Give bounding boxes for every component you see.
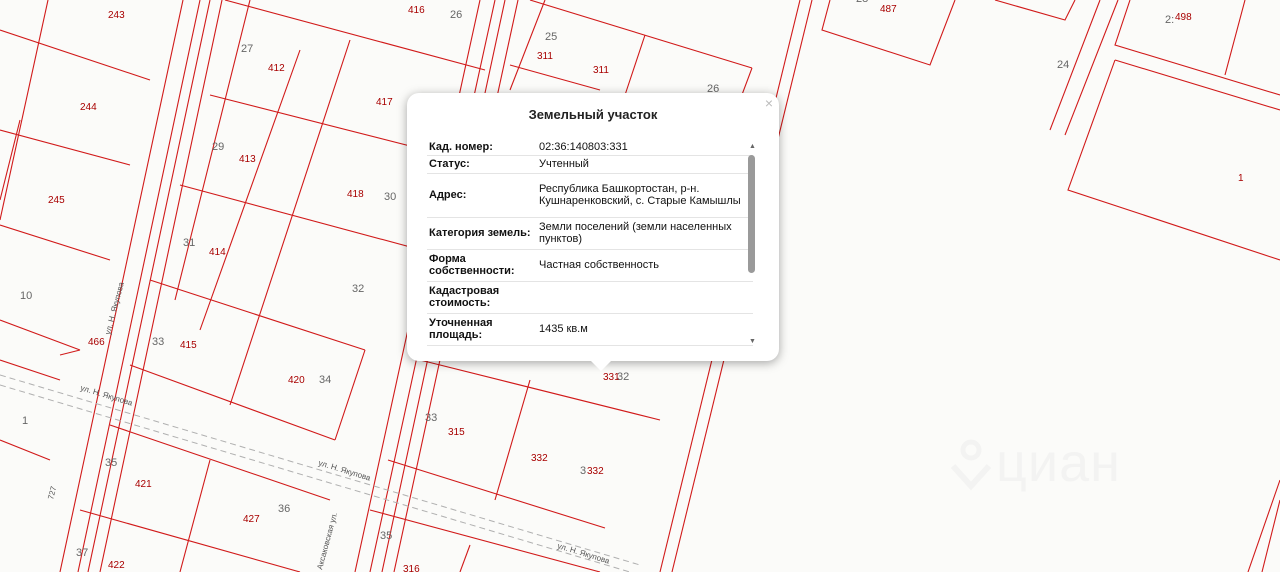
row-key: Кад. номер: [427, 139, 535, 156]
svg-text:487: 487 [880, 4, 897, 15]
row-value: Республика Башкортостан, р-н. Кушнаренко… [535, 173, 753, 218]
table-row: Категория земель: Земли поселений (земли… [427, 217, 753, 250]
svg-text:1: 1 [22, 415, 28, 427]
svg-text:32: 32 [352, 283, 364, 295]
row-value [535, 281, 753, 314]
svg-text:466: 466 [88, 337, 105, 348]
popup-scrollbar[interactable]: ▲ ▼ [747, 143, 757, 345]
cian-watermark: циан [948, 432, 1148, 512]
row-key: Статус: [427, 155, 535, 174]
svg-text:33: 33 [152, 336, 164, 348]
svg-text:243: 243 [108, 10, 125, 21]
svg-text:417: 417 [376, 97, 393, 108]
svg-text:412: 412 [268, 63, 285, 74]
svg-text:29: 29 [212, 141, 224, 153]
svg-text:32: 32 [617, 371, 629, 383]
svg-text:421: 421 [135, 479, 152, 490]
svg-text:332: 332 [587, 466, 604, 477]
svg-text:245: 245 [48, 195, 65, 206]
cian-logo-icon [950, 439, 992, 491]
scroll-up-icon[interactable]: ▲ [749, 143, 756, 150]
row-value: Земли поселений (земли населенных пункто… [535, 217, 753, 250]
row-key: Уточненная площадь: [427, 313, 535, 346]
svg-text:332: 332 [531, 453, 548, 464]
svg-text:418: 418 [347, 189, 364, 200]
table-row: Статус: Учтенный [427, 155, 753, 174]
table-row: Адрес: Республика Башкортостан, р-н. Куш… [427, 173, 753, 218]
parcel-info-table: Кад. номер: 02:36:140803:331 Статус: Учт… [427, 139, 753, 346]
svg-text:26: 26 [450, 9, 462, 21]
svg-text:28: 28 [856, 0, 868, 5]
svg-text:727: 727 [46, 485, 58, 501]
svg-text:315: 315 [448, 427, 465, 438]
svg-text:Аксаковская ул.: Аксаковская ул. [315, 511, 339, 570]
svg-text:415: 415 [180, 340, 197, 351]
svg-text:244: 244 [80, 102, 97, 113]
watermark-text: циан [996, 433, 1121, 493]
svg-text:24: 24 [1057, 59, 1069, 71]
scrollbar-thumb[interactable] [748, 155, 755, 273]
svg-text:10: 10 [20, 290, 32, 302]
svg-text:33: 33 [425, 412, 437, 424]
row-value: 02:36:140803:331 [535, 139, 753, 156]
row-key: Кадастровая стоимость: [427, 281, 535, 314]
popup-title: Земельный участок [528, 107, 658, 122]
svg-text:ул. Н. Якупова: ул. Н. Якупова [317, 458, 372, 483]
svg-text:413: 413 [239, 154, 256, 165]
row-value: 1435 кв.м [535, 313, 753, 346]
svg-text:35: 35 [380, 530, 392, 542]
svg-text:422: 422 [108, 560, 125, 571]
row-key: Категория земель: [427, 217, 535, 250]
row-key: Адрес: [427, 173, 535, 218]
svg-text:ул. Н. Якупова: ул. Н. Якупова [103, 281, 126, 336]
svg-text:420: 420 [288, 375, 305, 386]
parcel-popup: × Земельный участок Кад. номер: 02:36:14… [407, 93, 779, 371]
svg-text:34: 34 [319, 374, 331, 386]
svg-text:427: 427 [243, 514, 260, 525]
svg-text:37: 37 [76, 547, 88, 559]
svg-text:2:: 2: [1165, 14, 1174, 26]
svg-text:316: 316 [403, 564, 420, 572]
svg-text:498: 498 [1175, 12, 1192, 23]
svg-text:31: 31 [183, 237, 195, 249]
row-value: Частная собственность [535, 249, 753, 282]
svg-text:3: 3 [580, 465, 586, 477]
table-row: Уточненная площадь: 1435 кв.м [427, 313, 753, 346]
svg-text:27: 27 [241, 43, 253, 55]
svg-text:311: 311 [593, 65, 609, 76]
row-key: Форма собственности: [427, 249, 535, 282]
svg-text:25: 25 [545, 31, 557, 43]
svg-text:311: 311 [537, 51, 553, 62]
svg-text:414: 414 [209, 247, 226, 258]
svg-text:30: 30 [384, 191, 396, 203]
table-row: Кадастровая стоимость: [427, 281, 753, 314]
svg-text:36: 36 [278, 503, 290, 515]
svg-text:1: 1 [1238, 173, 1244, 184]
scroll-down-icon[interactable]: ▼ [749, 338, 756, 345]
svg-text:35: 35 [105, 457, 117, 469]
table-row: Кад. номер: 02:36:140803:331 [427, 139, 753, 156]
row-value: Учтенный [535, 155, 753, 174]
svg-text:416: 416 [408, 5, 425, 16]
table-row: Форма собственности: Частная собственнос… [427, 249, 753, 282]
